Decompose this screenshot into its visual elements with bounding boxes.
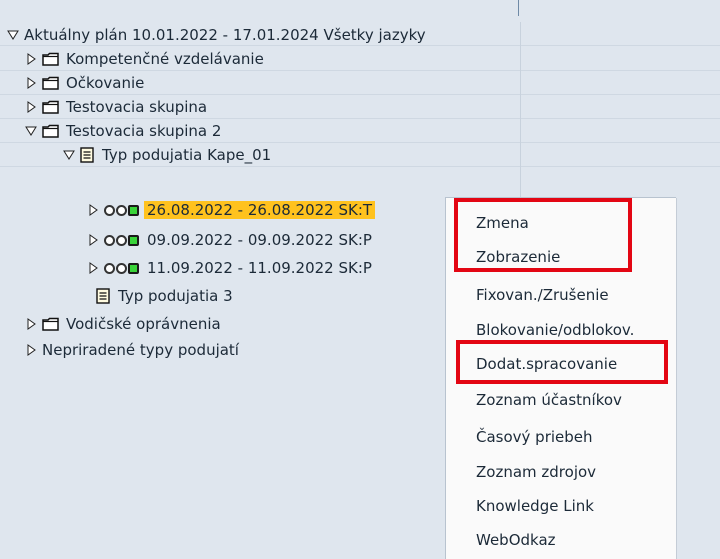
tree-item-kompetencne[interactable]: Kompetenčné vzdelávanie [24, 47, 264, 71]
expanded-triangle-icon[interactable] [6, 28, 20, 42]
tree-item-vodicske[interactable]: Vodičské oprávnenia [24, 312, 221, 336]
collapsed-triangle-icon[interactable] [86, 261, 100, 275]
tree-item-label: Typ podujatia 3 [118, 287, 233, 305]
row-divider [521, 94, 720, 95]
collapsed-triangle-icon[interactable] [24, 317, 38, 331]
tree-item-typ-podujatia-3[interactable]: Typ podujatia 3 [96, 284, 233, 308]
menu-item-casovy-priebeh[interactable]: Časový priebeh [476, 428, 593, 446]
menu-item-fixovanie[interactable]: Fixovan./Zrušenie [476, 286, 609, 304]
row-divider [521, 166, 720, 167]
top-toolbar-strip [0, 0, 720, 22]
document-icon [80, 147, 94, 163]
folder-icon [42, 76, 60, 90]
column-divider [518, 0, 519, 16]
tree-item-testovacia-skupina[interactable]: Testovacia skupina [24, 95, 207, 119]
folder-icon [42, 317, 60, 331]
tree-item-label: Očkovanie [66, 74, 145, 92]
document-icon [96, 288, 110, 304]
row-divider [521, 142, 720, 143]
tree-item-label: Vodičské oprávnenia [66, 315, 221, 333]
menu-item-zoznam-zdrojov[interactable]: Zoznam zdrojov [476, 463, 596, 481]
tree-item-ockovanie[interactable]: Očkovanie [24, 71, 144, 95]
tree-item-label: Typ podujatia Kape_01 [102, 146, 272, 164]
tree-item-label: Kompetenčné vzdelávanie [66, 50, 264, 68]
row-divider [521, 45, 720, 46]
expanded-triangle-icon[interactable] [62, 148, 76, 162]
menu-item-blokovanie[interactable]: Blokovanie/odblokov. [476, 321, 634, 339]
tree-item-label: 11.09.2022 - 11.09.2022 SK:P [147, 259, 372, 277]
collapsed-triangle-icon[interactable] [24, 100, 38, 114]
folder-icon [42, 100, 60, 114]
annotation-box-dodat-spracovanie [456, 340, 668, 384]
column-separator [520, 22, 521, 202]
menu-item-webodkaz[interactable]: WebOdkaz [476, 531, 556, 549]
tree-root[interactable]: Aktuálny plán 10.01.2022 - 17.01.2024 Vš… [6, 23, 426, 47]
annotation-box-zmena-zobrazenie [454, 198, 632, 272]
tree-item-label: Nepriradené typy podujatí [42, 341, 239, 359]
collapsed-triangle-icon[interactable] [86, 233, 100, 247]
tree-item-nepriradene[interactable]: Nepriradené typy podujatí [24, 338, 239, 362]
collapsed-triangle-icon[interactable] [86, 203, 100, 217]
collapsed-triangle-icon[interactable] [24, 343, 38, 357]
tree-item-label: Testovacia skupina [66, 98, 208, 116]
row-divider [521, 70, 720, 71]
tree-item-event-2[interactable]: 09.09.2022 - 09.09.2022 SK:P [86, 228, 372, 252]
folder-icon [42, 124, 60, 138]
collapsed-triangle-icon[interactable] [24, 76, 38, 90]
tree-item-typ-podujatia-kape[interactable]: Typ podujatia Kape_01 [62, 143, 271, 167]
menu-item-zoznam-ucastnikov[interactable]: Zoznam účastníkov [476, 391, 622, 409]
traffic-light-icon [104, 204, 140, 216]
collapsed-triangle-icon[interactable] [24, 52, 38, 66]
tree-item-event-3[interactable]: 11.09.2022 - 11.09.2022 SK:P [86, 256, 372, 280]
expanded-triangle-icon[interactable] [24, 124, 38, 138]
traffic-light-icon [104, 234, 140, 246]
tree-item-event-1[interactable]: 26.08.2022 - 26.08.2022 SK:T [86, 198, 376, 222]
menu-item-knowledge-link[interactable]: Knowledge Link [476, 497, 594, 515]
tree-item-label-selected: 26.08.2022 - 26.08.2022 SK:T [144, 201, 376, 219]
folder-icon [42, 52, 60, 66]
tree-root-label: Aktuálny plán 10.01.2022 - 17.01.2024 Vš… [24, 26, 426, 44]
tree-item-testovacia-skupina-2[interactable]: Testovacia skupina 2 [24, 119, 221, 143]
row-divider [521, 118, 720, 119]
tree-item-label: 09.09.2022 - 09.09.2022 SK:P [147, 231, 372, 249]
traffic-light-icon [104, 262, 140, 274]
tree-item-label: Testovacia skupina 2 [66, 122, 222, 140]
